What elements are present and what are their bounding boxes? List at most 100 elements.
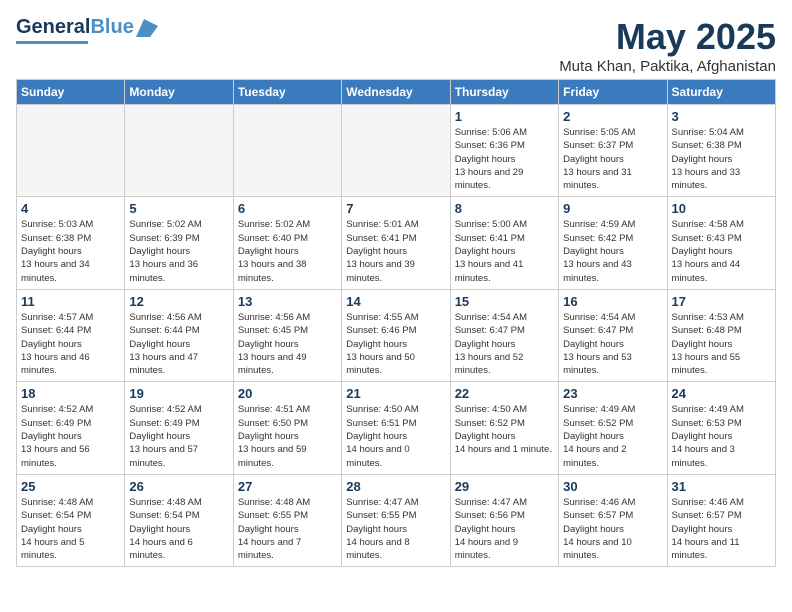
- calendar-cell-7: 7 Sunrise: 5:01 AMSunset: 6:41 PMDaylight…: [342, 197, 450, 289]
- calendar-cell-26: 26 Sunrise: 4:48 AMSunset: 6:54 PMDayligh…: [125, 474, 233, 566]
- calendar-cell-25: 25 Sunrise: 4:48 AMSunset: 6:54 PMDayligh…: [17, 474, 125, 566]
- calendar-cell-28: 28 Sunrise: 4:47 AMSunset: 6:55 PMDayligh…: [342, 474, 450, 566]
- day-info: Sunrise: 4:58 AMSunset: 6:43 PMDaylight …: [672, 218, 771, 284]
- day-info: Sunrise: 4:54 AMSunset: 6:47 PMDaylight …: [563, 311, 662, 377]
- day-info: Sunrise: 4:50 AMSunset: 6:52 PMDaylight …: [455, 403, 554, 456]
- calendar-cell-16: 16 Sunrise: 4:54 AMSunset: 6:47 PMDayligh…: [559, 289, 667, 381]
- logo-bar: [16, 41, 88, 44]
- logo-general: General: [16, 16, 90, 39]
- logo-blue: Blue: [90, 16, 133, 39]
- col-header-wednesday: Wednesday: [342, 80, 450, 105]
- day-number: 28: [346, 479, 445, 494]
- calendar-cell-21: 21 Sunrise: 4:50 AMSunset: 6:51 PMDayligh…: [342, 382, 450, 474]
- calendar-cell-empty-0-3: [342, 105, 450, 197]
- calendar-week-2: 4Sunrise: 5:03 AMSunset: 6:38 PMDaylight…: [17, 197, 776, 289]
- day-number: 4: [21, 201, 120, 216]
- calendar-cell-1: 1Sunrise: 5:06 AMSunset: 6:36 PMDaylight…: [450, 105, 558, 197]
- calendar-cell-11: 11 Sunrise: 4:57 AMSunset: 6:44 PMDayligh…: [17, 289, 125, 381]
- day-info: Sunrise: 5:02 AMSunset: 6:40 PMDaylight …: [238, 218, 337, 284]
- calendar-week-4: 18 Sunrise: 4:52 AMSunset: 6:49 PMDayligh…: [17, 382, 776, 474]
- calendar-cell-20: 20 Sunrise: 4:51 AMSunset: 6:50 PMDayligh…: [233, 382, 341, 474]
- day-info: Sunrise: 4:51 AMSunset: 6:50 PMDaylight …: [238, 403, 337, 469]
- calendar-cell-22: 22 Sunrise: 4:50 AMSunset: 6:52 PMDayligh…: [450, 382, 558, 474]
- calendar-cell-29: 29 Sunrise: 4:47 AMSunset: 6:56 PMDayligh…: [450, 474, 558, 566]
- day-info: Sunrise: 4:48 AMSunset: 6:54 PMDaylight …: [21, 496, 120, 562]
- day-number: 17: [672, 294, 771, 309]
- day-number: 24: [672, 386, 771, 401]
- day-number: 20: [238, 386, 337, 401]
- day-number: 27: [238, 479, 337, 494]
- day-info: Sunrise: 5:00 AMSunset: 6:41 PMDaylight …: [455, 218, 554, 284]
- day-number: 13: [238, 294, 337, 309]
- calendar-cell-2: 2 Sunrise: 5:05 AMSunset: 6:37 PMDaylight…: [559, 105, 667, 197]
- day-info: Sunrise: 4:48 AMSunset: 6:54 PMDaylight …: [129, 496, 228, 562]
- day-number: 14: [346, 294, 445, 309]
- calendar-cell-empty-0-0: [17, 105, 125, 197]
- day-number: 15: [455, 294, 554, 309]
- calendar-cell-30: 30Sunrise: 4:46 AMSunset: 6:57 PMDayligh…: [559, 474, 667, 566]
- title-block: May 2025 Muta Khan, Paktika, Afghanistan: [559, 16, 776, 75]
- col-header-monday: Monday: [125, 80, 233, 105]
- day-info: Sunrise: 5:01 AMSunset: 6:41 PMDaylight …: [346, 218, 445, 284]
- day-number: 8: [455, 201, 554, 216]
- day-number: 7: [346, 201, 445, 216]
- calendar-week-3: 11 Sunrise: 4:57 AMSunset: 6:44 PMDayligh…: [17, 289, 776, 381]
- day-number: 26: [129, 479, 228, 494]
- day-number: 22: [455, 386, 554, 401]
- day-number: 29: [455, 479, 554, 494]
- calendar-cell-18: 18Sunrise: 4:52 AMSunset: 6:49 PMDayligh…: [17, 382, 125, 474]
- calendar-week-1: 1Sunrise: 5:06 AMSunset: 6:36 PMDaylight…: [17, 105, 776, 197]
- day-number: 2: [563, 109, 662, 124]
- day-info: Sunrise: 4:57 AMSunset: 6:44 PMDaylight …: [21, 311, 120, 377]
- day-info: Sunrise: 4:47 AMSunset: 6:56 PMDaylight …: [455, 496, 554, 562]
- calendar-cell-12: 12 Sunrise: 4:56 AMSunset: 6:44 PMDayligh…: [125, 289, 233, 381]
- calendar-week-5: 25 Sunrise: 4:48 AMSunset: 6:54 PMDayligh…: [17, 474, 776, 566]
- calendar-cell-14: 14 Sunrise: 4:55 AMSunset: 6:46 PMDayligh…: [342, 289, 450, 381]
- calendar-cell-19: 19 Sunrise: 4:52 AMSunset: 6:49 PMDayligh…: [125, 382, 233, 474]
- day-number: 10: [672, 201, 771, 216]
- col-header-tuesday: Tuesday: [233, 80, 341, 105]
- col-header-sunday: Sunday: [17, 80, 125, 105]
- day-info: Sunrise: 4:56 AMSunset: 6:45 PMDaylight …: [238, 311, 337, 377]
- day-info: Sunrise: 5:04 AMSunset: 6:38 PMDaylight …: [672, 126, 771, 192]
- day-number: 11: [21, 294, 120, 309]
- calendar-cell-24: 24 Sunrise: 4:49 AMSunset: 6:53 PMDayligh…: [667, 382, 775, 474]
- day-number: 25: [21, 479, 120, 494]
- day-number: 21: [346, 386, 445, 401]
- day-info: Sunrise: 4:47 AMSunset: 6:55 PMDaylight …: [346, 496, 445, 562]
- day-info: Sunrise: 4:55 AMSunset: 6:46 PMDaylight …: [346, 311, 445, 377]
- calendar-cell-empty-0-2: [233, 105, 341, 197]
- logo-icon: [136, 19, 158, 37]
- day-info: Sunrise: 5:02 AMSunset: 6:39 PMDaylight …: [129, 218, 228, 284]
- calendar-cell-17: 17 Sunrise: 4:53 AMSunset: 6:48 PMDayligh…: [667, 289, 775, 381]
- day-info: Sunrise: 4:56 AMSunset: 6:44 PMDaylight …: [129, 311, 228, 377]
- day-number: 5: [129, 201, 228, 216]
- day-info: Sunrise: 4:53 AMSunset: 6:48 PMDaylight …: [672, 311, 771, 377]
- calendar-cell-6: 6 Sunrise: 5:02 AMSunset: 6:40 PMDaylight…: [233, 197, 341, 289]
- day-info: Sunrise: 4:48 AMSunset: 6:55 PMDaylight …: [238, 496, 337, 562]
- day-info: Sunrise: 4:52 AMSunset: 6:49 PMDaylight …: [129, 403, 228, 469]
- day-number: 18: [21, 386, 120, 401]
- day-number: 12: [129, 294, 228, 309]
- day-number: 9: [563, 201, 662, 216]
- day-number: 16: [563, 294, 662, 309]
- day-info: Sunrise: 4:46 AMSunset: 6:57 PMDaylight …: [672, 496, 771, 562]
- day-info: Sunrise: 4:50 AMSunset: 6:51 PMDaylight …: [346, 403, 445, 469]
- col-header-friday: Friday: [559, 80, 667, 105]
- calendar-cell-15: 15Sunrise: 4:54 AMSunset: 6:47 PMDayligh…: [450, 289, 558, 381]
- calendar-cell-9: 9Sunrise: 4:59 AMSunset: 6:42 PMDaylight…: [559, 197, 667, 289]
- page-header: General Blue May 2025 Muta Khan, Paktika…: [16, 16, 776, 75]
- calendar-cell-8: 8 Sunrise: 5:00 AMSunset: 6:41 PMDaylight…: [450, 197, 558, 289]
- calendar-header-row: SundayMondayTuesdayWednesdayThursdayFrid…: [17, 80, 776, 105]
- day-number: 19: [129, 386, 228, 401]
- day-number: 3: [672, 109, 771, 124]
- day-number: 6: [238, 201, 337, 216]
- calendar-table: SundayMondayTuesdayWednesdayThursdayFrid…: [16, 79, 776, 567]
- day-info: Sunrise: 4:49 AMSunset: 6:53 PMDaylight …: [672, 403, 771, 469]
- location-title: Muta Khan, Paktika, Afghanistan: [559, 58, 776, 75]
- calendar-cell-13: 13 Sunrise: 4:56 AMSunset: 6:45 PMDayligh…: [233, 289, 341, 381]
- day-info: Sunrise: 5:05 AMSunset: 6:37 PMDaylight …: [563, 126, 662, 192]
- calendar-cell-31: 31Sunrise: 4:46 AMSunset: 6:57 PMDayligh…: [667, 474, 775, 566]
- day-info: Sunrise: 4:49 AMSunset: 6:52 PMDaylight …: [563, 403, 662, 469]
- logo: General Blue: [16, 16, 158, 44]
